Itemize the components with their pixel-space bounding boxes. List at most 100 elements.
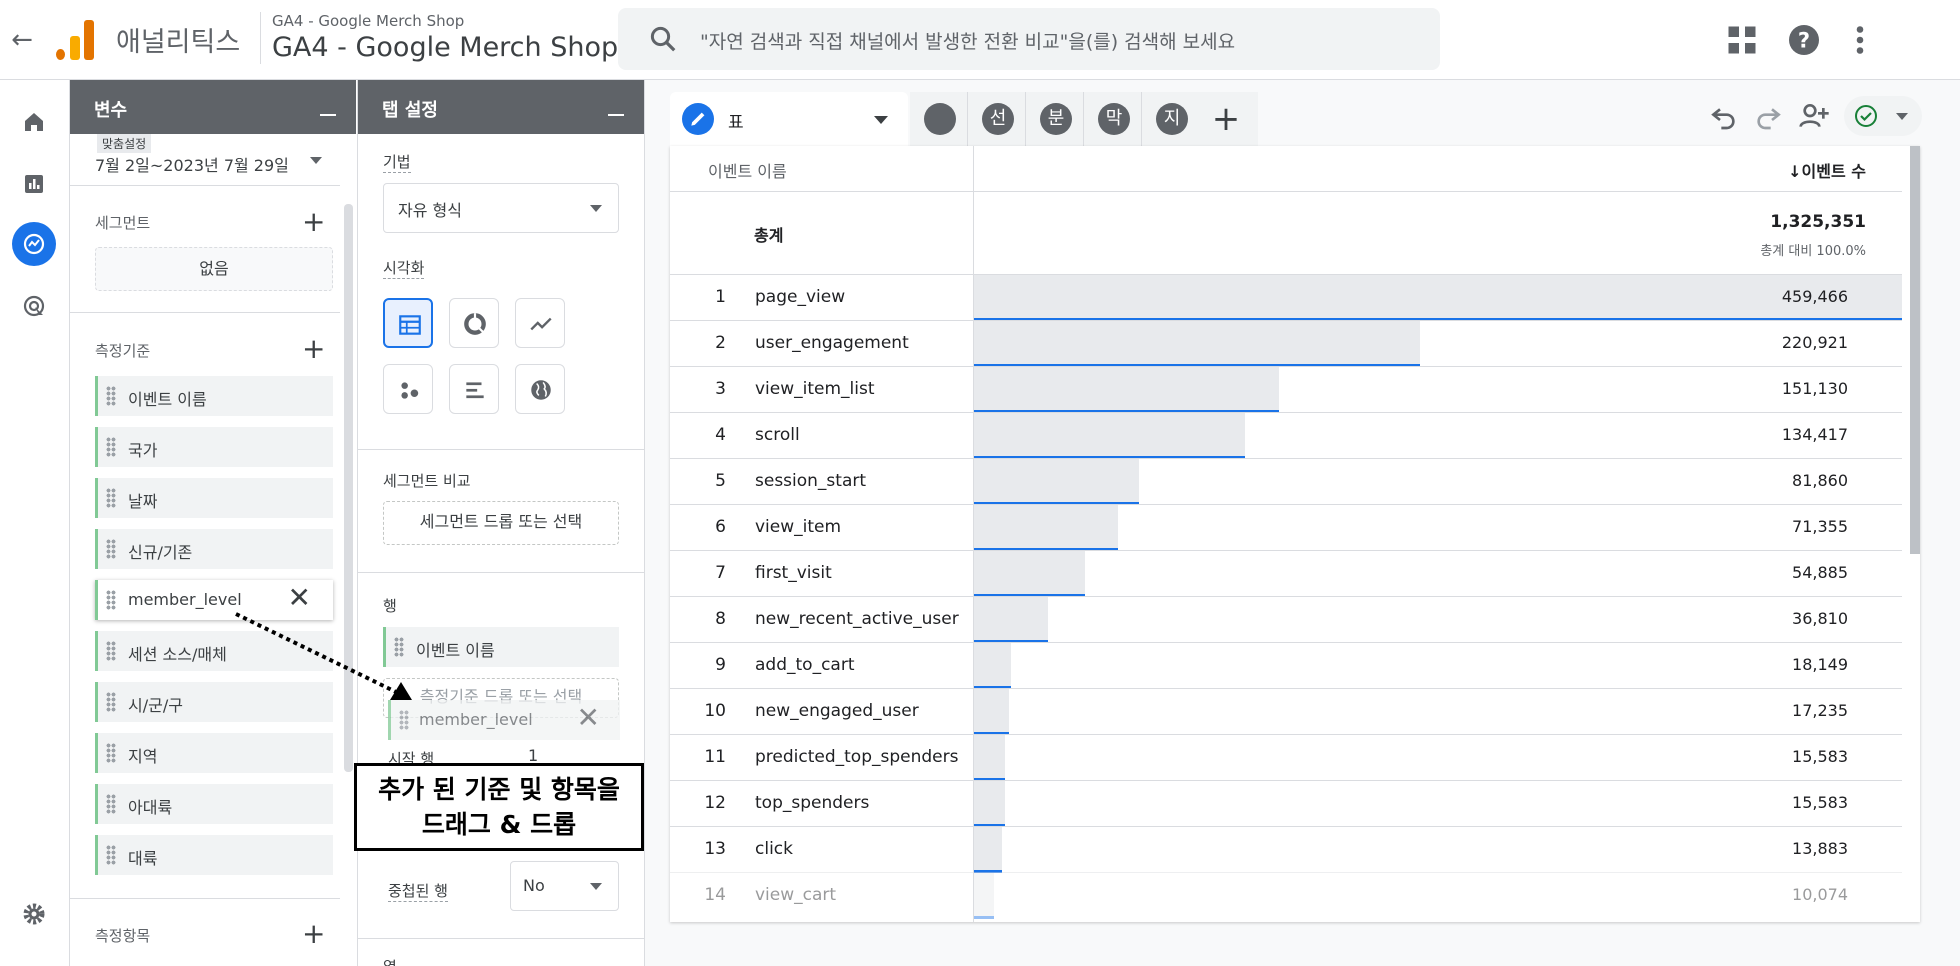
event-name[interactable]: predicted_top_spenders — [755, 747, 958, 767]
tab-line[interactable]: 선 — [968, 92, 1026, 146]
total-value: 1,325,351 — [1770, 212, 1866, 232]
drag-handle-icon[interactable] — [106, 437, 116, 457]
share-person-add-icon[interactable] — [1798, 100, 1830, 132]
event-name[interactable]: user_engagement — [755, 333, 909, 353]
scatter-viz-icon[interactable] — [383, 364, 433, 414]
table-row[interactable]: 10 new_engaged_user 17,235 — [670, 688, 1902, 735]
event-name[interactable]: click — [755, 839, 793, 859]
segments-none[interactable]: 없음 — [95, 247, 333, 291]
account-title[interactable]: GA4 - Google Merch Shop — [272, 32, 618, 63]
event-name[interactable]: top_spenders — [755, 793, 869, 813]
add-tab-icon[interactable]: + — [1194, 92, 1258, 146]
table-row[interactable]: 3 view_item_list 151,130 — [670, 366, 1902, 413]
line-viz-icon[interactable] — [515, 298, 565, 348]
nested-rows-select[interactable]: No — [510, 861, 619, 911]
tab-circle[interactable] — [910, 92, 968, 146]
dimension-column-header[interactable]: 이벤트 이름 — [708, 158, 787, 182]
apps-grid-icon[interactable] — [1724, 22, 1760, 58]
tab-map[interactable]: 지 — [1142, 92, 1200, 146]
dimension-chip[interactable]: 아대륙 — [95, 784, 333, 824]
home-icon[interactable] — [12, 100, 56, 144]
event-name[interactable]: first_visit — [755, 563, 832, 583]
table-viz-icon[interactable] — [383, 298, 433, 348]
edit-pencil-icon[interactable] — [682, 103, 714, 135]
dimension-chip[interactable]: 국가 — [95, 427, 333, 467]
columns-label: 열 — [383, 956, 397, 966]
date-caret-icon[interactable] — [310, 157, 322, 164]
drag-handle-icon[interactable] — [106, 590, 116, 610]
back-arrow-icon[interactable]: ← — [6, 24, 38, 56]
add-dimension-icon[interactable]: + — [302, 335, 325, 363]
tab-table[interactable]: 표 — [670, 92, 908, 146]
dimension-chip[interactable]: 신규/기존 — [95, 529, 333, 569]
bar-viz-icon[interactable] — [449, 364, 499, 414]
dragging-chip[interactable]: member_level ✕ — [388, 700, 620, 740]
search-bar[interactable]: "자연 검색과 직접 채널에서 발생한 전환 비교"을(를) 검색해 보세요 — [618, 8, 1440, 70]
event-name[interactable]: new_engaged_user — [755, 701, 919, 721]
event-count: 15,583 — [1792, 747, 1848, 766]
drag-handle-icon[interactable] — [106, 488, 116, 508]
table-row[interactable]: 14 view_cart 10,074 — [670, 872, 1902, 919]
table-row[interactable]: 6 view_item 71,355 — [670, 504, 1902, 551]
add-metric-icon[interactable]: + — [302, 920, 325, 948]
technique-select[interactable]: 자유 형식 — [383, 183, 619, 233]
table-row[interactable]: 2 user_engagement 220,921 — [670, 320, 1902, 367]
event-name[interactable]: add_to_cart — [755, 655, 855, 675]
save-status-button[interactable] — [1844, 96, 1922, 136]
undo-icon[interactable] — [1708, 100, 1740, 132]
drag-handle-icon[interactable] — [106, 692, 116, 712]
table-row[interactable]: 4 scroll 134,417 — [670, 412, 1902, 459]
chevron-down-icon[interactable] — [874, 116, 888, 124]
variables-title: 변수 — [94, 100, 128, 121]
event-name[interactable]: new_recent_active_user — [755, 609, 959, 629]
drag-handle-icon[interactable] — [106, 743, 116, 763]
metric-column-header[interactable]: ↓이벤트 수 — [1788, 158, 1866, 182]
more-vert-icon[interactable] — [1842, 22, 1878, 58]
segment-drop-zone[interactable]: 세그먼트 드롭 또는 선택 — [383, 501, 619, 545]
app-name: 애널리틱스 — [116, 27, 241, 58]
table-row[interactable]: 8 new_recent_active_user 36,810 — [670, 596, 1902, 643]
drag-handle-icon[interactable] — [106, 845, 116, 865]
tab-bar-chart[interactable]: 막 — [1084, 92, 1142, 146]
table-row[interactable]: 5 session_start 81,860 — [670, 458, 1902, 505]
table-row[interactable]: 1 page_view 459,466 — [670, 274, 1902, 321]
collapse-tab-settings-icon[interactable] — [608, 114, 624, 116]
help-icon[interactable]: ? — [1786, 22, 1822, 58]
date-range[interactable]: 7월 2일~2023년 7월 29일 — [95, 152, 289, 176]
nested-rows-label: 중첩된 행 — [388, 882, 448, 902]
account-subtitle[interactable]: GA4 - Google Merch Shop — [272, 12, 464, 30]
event-name[interactable]: view_cart — [755, 885, 836, 905]
value-bar — [974, 275, 1902, 321]
reports-icon[interactable] — [12, 162, 56, 206]
settings-gear-icon[interactable] — [12, 892, 56, 936]
drag-handle-icon[interactable] — [106, 386, 116, 406]
dimension-chip[interactable]: 이벤트 이름 — [95, 376, 333, 416]
redo-icon[interactable] — [1752, 100, 1784, 132]
table-row[interactable]: 13 click 13,883 — [670, 826, 1902, 873]
geo-map-viz-icon[interactable] — [515, 364, 565, 414]
event-name[interactable]: page_view — [755, 287, 845, 307]
value-bar — [974, 827, 1002, 873]
tab-scatter[interactable]: 분 — [1026, 92, 1084, 146]
table-row[interactable]: 11 predicted_top_spenders 15,583 — [670, 734, 1902, 781]
table-scrollbar[interactable] — [1910, 146, 1920, 554]
table-row[interactable]: 7 first_visit 54,885 — [670, 550, 1902, 597]
dimension-chip[interactable]: 대륙 — [95, 835, 333, 875]
event-name[interactable]: scroll — [755, 425, 800, 445]
table-row[interactable]: 12 top_spenders 15,583 — [670, 780, 1902, 827]
row-number: 10 — [704, 701, 726, 721]
dimension-chip[interactable]: 지역 — [95, 733, 333, 773]
drag-handle-icon[interactable] — [106, 641, 116, 661]
add-segment-icon[interactable]: + — [302, 208, 325, 236]
explore-icon[interactable] — [12, 222, 56, 266]
event-name[interactable]: session_start — [755, 471, 866, 491]
drag-handle-icon[interactable] — [106, 539, 116, 559]
table-row[interactable]: 9 add_to_cart 18,149 — [670, 642, 1902, 689]
event-name[interactable]: view_item — [755, 517, 841, 537]
donut-viz-icon[interactable] — [449, 298, 499, 348]
drag-handle-icon[interactable] — [106, 794, 116, 814]
dimension-chip[interactable]: 날짜 — [95, 478, 333, 518]
advertising-icon[interactable] — [12, 284, 56, 328]
event-name[interactable]: view_item_list — [755, 379, 875, 399]
collapse-variables-icon[interactable] — [320, 114, 336, 116]
